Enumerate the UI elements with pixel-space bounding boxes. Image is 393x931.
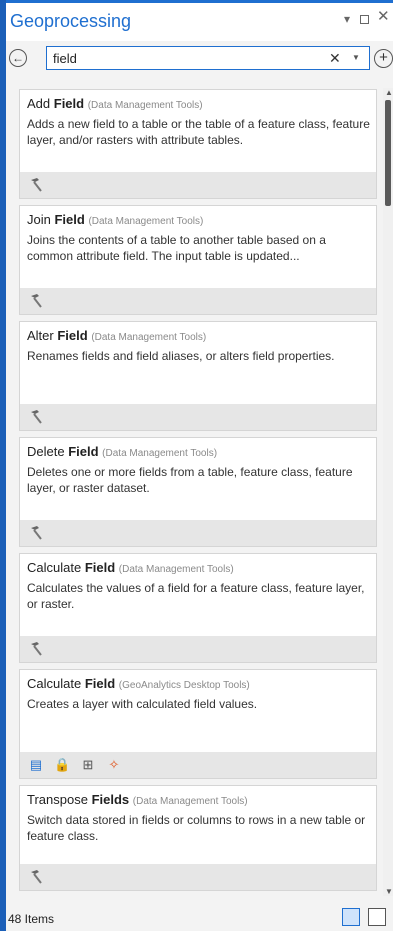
tool-description: Calculates the values of a field for a f… [27, 581, 365, 611]
list-view-icon[interactable] [368, 908, 386, 926]
tool-category: (Data Management Tools) [118, 564, 234, 575]
tool-name-prefix: Alter [27, 328, 58, 343]
tool-category: (Data Management Tools) [132, 796, 248, 807]
tool-title[interactable]: Alter Field (Data Management Tools) [27, 328, 206, 343]
lock-icon: 🔒 [54, 757, 71, 772]
tool-card[interactable]: Alter Field (Data Management Tools) Renam… [19, 321, 377, 431]
tool-title[interactable]: Calculate Field (Data Management Tools) [27, 560, 234, 575]
tool-description: Switch data stored in fields or columns … [27, 813, 366, 843]
model-icon: ⊞ [82, 757, 94, 772]
tool-description: Deletes one or more fields from a table,… [27, 465, 353, 495]
tool-name-prefix: Transpose [27, 792, 92, 807]
tool-card-footer [20, 636, 376, 662]
pane-header: Geoprocessing ▾ ✕ [6, 0, 393, 41]
geoprocessing-pane: Geoprocessing ▾ ✕ ← field ✕ ▼ + Add Fiel… [6, 0, 393, 931]
clear-search-icon[interactable]: ✕ [329, 50, 341, 67]
tool-name-match: Field [84, 560, 116, 575]
tool-name-match: Field [53, 96, 85, 111]
tool-name-prefix: Join [27, 212, 55, 227]
item-count: 48 Items [8, 912, 55, 926]
scroll-thumb[interactable] [385, 100, 391, 206]
pane-close-icon[interactable]: ✕ [377, 9, 390, 24]
tool-name-match: Field [54, 212, 85, 227]
add-plus-icon[interactable]: + [374, 49, 393, 68]
tool-card-footer [20, 864, 376, 890]
tool-name-prefix: Delete [27, 444, 69, 459]
tool-name-prefix: Calculate [27, 560, 85, 575]
tool-card-footer [20, 404, 376, 430]
tool-card-footer [20, 172, 376, 198]
search-input[interactable]: field ✕ ▼ [46, 46, 370, 70]
tool-name-match: Fields [91, 792, 130, 807]
script-icon: ▤ [29, 757, 43, 772]
geoanalytics-icon: ✧ [108, 757, 120, 772]
pane-maximize-icon[interactable] [360, 15, 369, 24]
tool-card[interactable]: Add Field (Data Management Tools) Adds a … [19, 89, 377, 199]
tool-title[interactable]: Delete Field (Data Management Tools) [27, 444, 217, 459]
tool-name-prefix: Add [27, 96, 54, 111]
search-row: ← field ✕ ▼ + [6, 46, 393, 76]
tile-view-icon[interactable] [342, 908, 360, 926]
tool-category: (Data Management Tools) [88, 216, 204, 227]
tool-card[interactable]: Calculate Field (Data Management Tools) C… [19, 553, 377, 663]
chevron-down-icon[interactable]: ▼ [352, 53, 360, 62]
tool-category: (GeoAnalytics Desktop Tools) [118, 680, 250, 691]
tool-title[interactable]: Add Field (Data Management Tools) [27, 96, 203, 111]
tool-description: Adds a new field to a table or the table… [27, 117, 370, 147]
tool-card[interactable]: Join Field (Data Management Tools) Joins … [19, 205, 377, 315]
scroll-down-icon[interactable]: ▼ [385, 887, 393, 896]
tool-title[interactable]: Calculate Field (GeoAnalytics Desktop To… [27, 676, 250, 691]
pane-options-icon[interactable]: ▾ [344, 12, 350, 26]
tool-description: Creates a layer with calculated field va… [27, 697, 258, 711]
tool-name-prefix: Calculate [27, 676, 85, 691]
tool-card[interactable]: Delete Field (Data Management Tools) Dele… [19, 437, 377, 547]
tool-description: Renames fields and field aliases, or alt… [27, 349, 335, 363]
scroll-up-icon[interactable]: ▲ [385, 88, 393, 97]
scrollbar[interactable]: ▲ ▼ [383, 88, 393, 896]
tool-category: (Data Management Tools) [87, 100, 203, 111]
tool-card-footer [20, 520, 376, 546]
tool-title[interactable]: Join Field (Data Management Tools) [27, 212, 203, 227]
tool-card-footer: ▤ 🔒 ⊞ ✧ [20, 752, 376, 778]
tool-name-match: Field [68, 444, 99, 459]
pane-title: Geoprocessing [10, 11, 132, 31]
tool-category: (Data Management Tools) [91, 332, 207, 343]
status-bar: 48 Items [6, 905, 393, 931]
search-input-value[interactable]: field [53, 51, 77, 66]
tool-card[interactable]: Calculate Field (GeoAnalytics Desktop To… [19, 669, 377, 779]
tool-category: (Data Management Tools) [102, 448, 218, 459]
tool-card[interactable]: Transpose Fields (Data Management Tools)… [19, 785, 377, 891]
tool-name-match: Field [84, 676, 116, 691]
tool-card-footer [20, 288, 376, 314]
tool-name-match: Field [57, 328, 88, 343]
tool-description: Joins the contents of a table to another… [27, 233, 326, 263]
tool-title[interactable]: Transpose Fields (Data Management Tools) [27, 792, 248, 807]
back-arrow-icon[interactable]: ← [9, 49, 27, 67]
